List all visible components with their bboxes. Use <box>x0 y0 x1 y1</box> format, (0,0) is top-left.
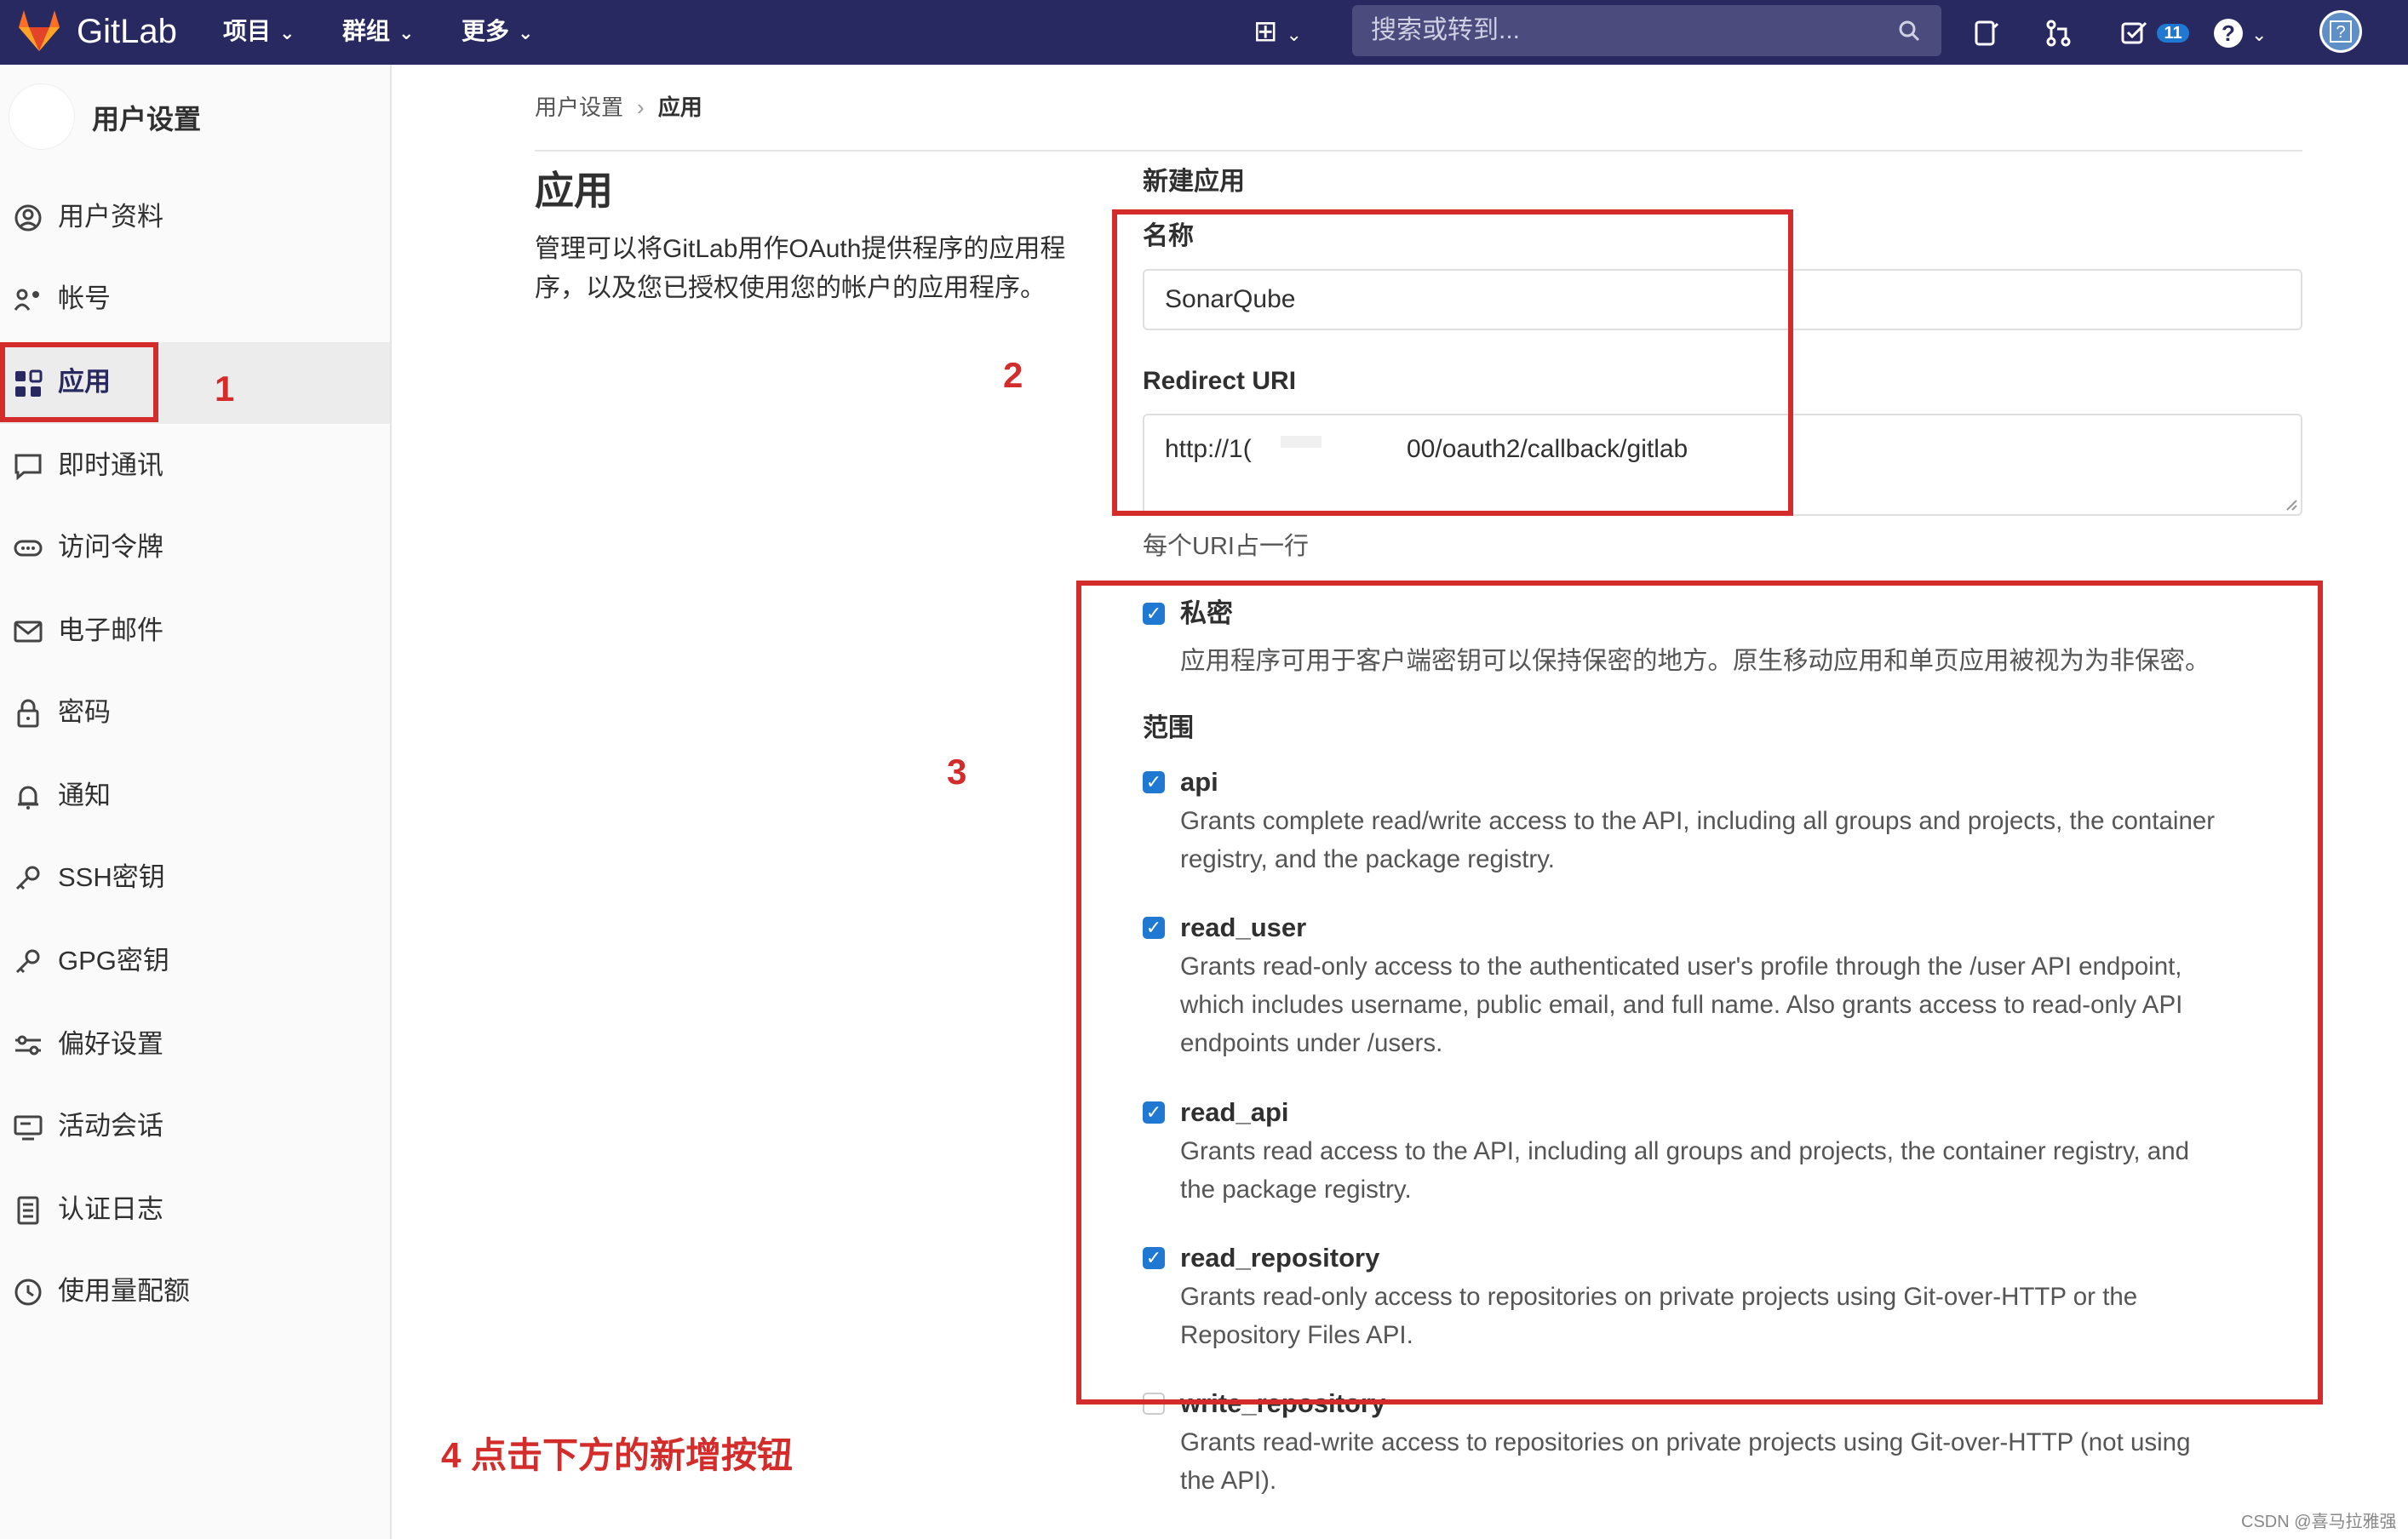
nav-menu-projects[interactable]: 项目 ⌄ <box>223 12 295 53</box>
redirect-uri-help: 每个URI占一行 <box>1143 533 1309 560</box>
sidebar-item-ssh-keys[interactable]: SSH密钥 <box>0 838 390 919</box>
sidebar-item-emails[interactable]: 电子邮件 <box>0 591 390 672</box>
sidebar-avatar <box>9 83 75 150</box>
sidebar-title: 用户设置 <box>92 104 202 134</box>
account-icon <box>14 289 39 311</box>
sidebar-item-auth-log[interactable]: 认证日志 <box>0 1170 390 1251</box>
lock-icon <box>17 699 39 728</box>
search-placeholder: 搜索或转到... <box>1371 16 1521 44</box>
sidebar-item-notifications[interactable]: 通知 <box>0 756 390 838</box>
annotation-box-step2 <box>1112 209 1793 516</box>
profile-icon <box>14 204 42 232</box>
issues-button[interactable] <box>1972 12 2001 51</box>
todo-count-badge: 11 <box>2157 24 2189 43</box>
avatar-question-icon: ? <box>2330 20 2352 43</box>
plus-square-icon: ⊞ <box>1253 15 1278 48</box>
nav-menu-more[interactable]: 更多 ⌄ <box>462 12 533 53</box>
log-icon <box>17 1196 39 1225</box>
sidebar-item-account[interactable]: 帐号 <box>0 259 390 340</box>
sidebar-item-profile[interactable]: 用户资料 <box>0 177 390 259</box>
help-icon: ? <box>2214 19 2243 49</box>
chevron-down-icon: ⌄ <box>1286 24 1302 45</box>
watermark: CSDN @喜马拉雅强 <box>2241 1513 2397 1531</box>
key-icon <box>15 866 40 890</box>
quota-icon <box>14 1279 42 1306</box>
sidebar-item-preferences[interactable]: 偏好设置 <box>0 1004 390 1086</box>
new-item-button[interactable]: ⊞ ⌄ <box>1253 12 1302 54</box>
breadcrumb: 用户设置 › 应用 <box>535 90 702 124</box>
annotation-step3: 3 <box>947 752 967 792</box>
page-title: 应用 <box>535 169 613 213</box>
search-input[interactable]: 搜索或转到... <box>1352 5 1941 56</box>
token-icon <box>14 540 43 557</box>
sidebar-item-active-sessions[interactable]: 活动会话 <box>0 1086 390 1168</box>
search-icon <box>1899 20 1920 42</box>
scope-write-repository-desc-line: the API). <box>1180 1467 1277 1495</box>
resize-handle-icon[interactable] <box>2284 497 2297 511</box>
chat-icon <box>14 454 42 481</box>
chevron-down-icon: ⌄ <box>279 22 295 43</box>
user-avatar[interactable]: ? <box>2319 10 2362 53</box>
help-button[interactable]: ? ⌄ <box>2214 12 2267 54</box>
todo-check-icon <box>2121 21 2147 44</box>
sidebar-item-usage-quotas[interactable]: 使用量配额 <box>0 1251 390 1333</box>
monitor-icon <box>14 1115 43 1141</box>
chevron-down-icon: ⌄ <box>2251 24 2268 45</box>
bell-icon <box>18 786 38 810</box>
nav-menu-groups[interactable]: 群组 ⌄ <box>342 12 414 53</box>
breadcrumb-separator: › <box>637 94 645 120</box>
annotation-box-step3 <box>1076 581 2323 1405</box>
gitlab-logo-icon[interactable] <box>15 9 63 53</box>
annotation-step1: 1 <box>215 369 235 409</box>
chevron-down-icon: ⌄ <box>518 22 534 43</box>
chevron-down-icon: ⌄ <box>398 22 415 43</box>
page-description: 管理可以将GitLab用作OAuth提供程序的应用程序，以及您已授权使用您的帐户… <box>535 235 1066 302</box>
sidebar-item-password[interactable]: 密码 <box>0 672 390 754</box>
header-divider <box>535 150 2302 152</box>
new-application-heading: 新建应用 <box>1143 168 1245 196</box>
sidebar-item-gpg-keys[interactable]: GPG密钥 <box>0 921 390 1003</box>
annotation-step4: 4 点击下方的新增按钮 <box>441 1435 794 1475</box>
todos-button[interactable]: 11 <box>2120 12 2189 51</box>
mail-icon <box>14 621 43 643</box>
sidebar-item-access-tokens[interactable]: 访问令牌 <box>0 507 390 589</box>
annotation-step2: 2 <box>1003 355 1023 395</box>
top-navbar: GitLab 项目 ⌄ 群组 ⌄ 更多 ⌄ ⊞ ⌄ 搜索或转到... 11 ? … <box>0 0 2408 65</box>
issues-icon <box>1975 20 1999 46</box>
scope-write-repository-desc-line: Grants read-write access to repositories… <box>1180 1428 2191 1456</box>
brand-name[interactable]: GitLab <box>77 10 177 53</box>
sidebar-item-chat[interactable]: 即时通讯 <box>0 426 390 507</box>
breadcrumb-parent-link[interactable]: 用户设置 <box>535 94 623 120</box>
annotation-box-step1 <box>0 342 158 422</box>
breadcrumb-current[interactable]: 应用 <box>658 94 702 120</box>
key-icon <box>15 949 40 974</box>
merge-request-icon <box>2046 20 2071 47</box>
merge-requests-button[interactable] <box>2044 12 2073 51</box>
preferences-icon <box>15 1035 41 1056</box>
